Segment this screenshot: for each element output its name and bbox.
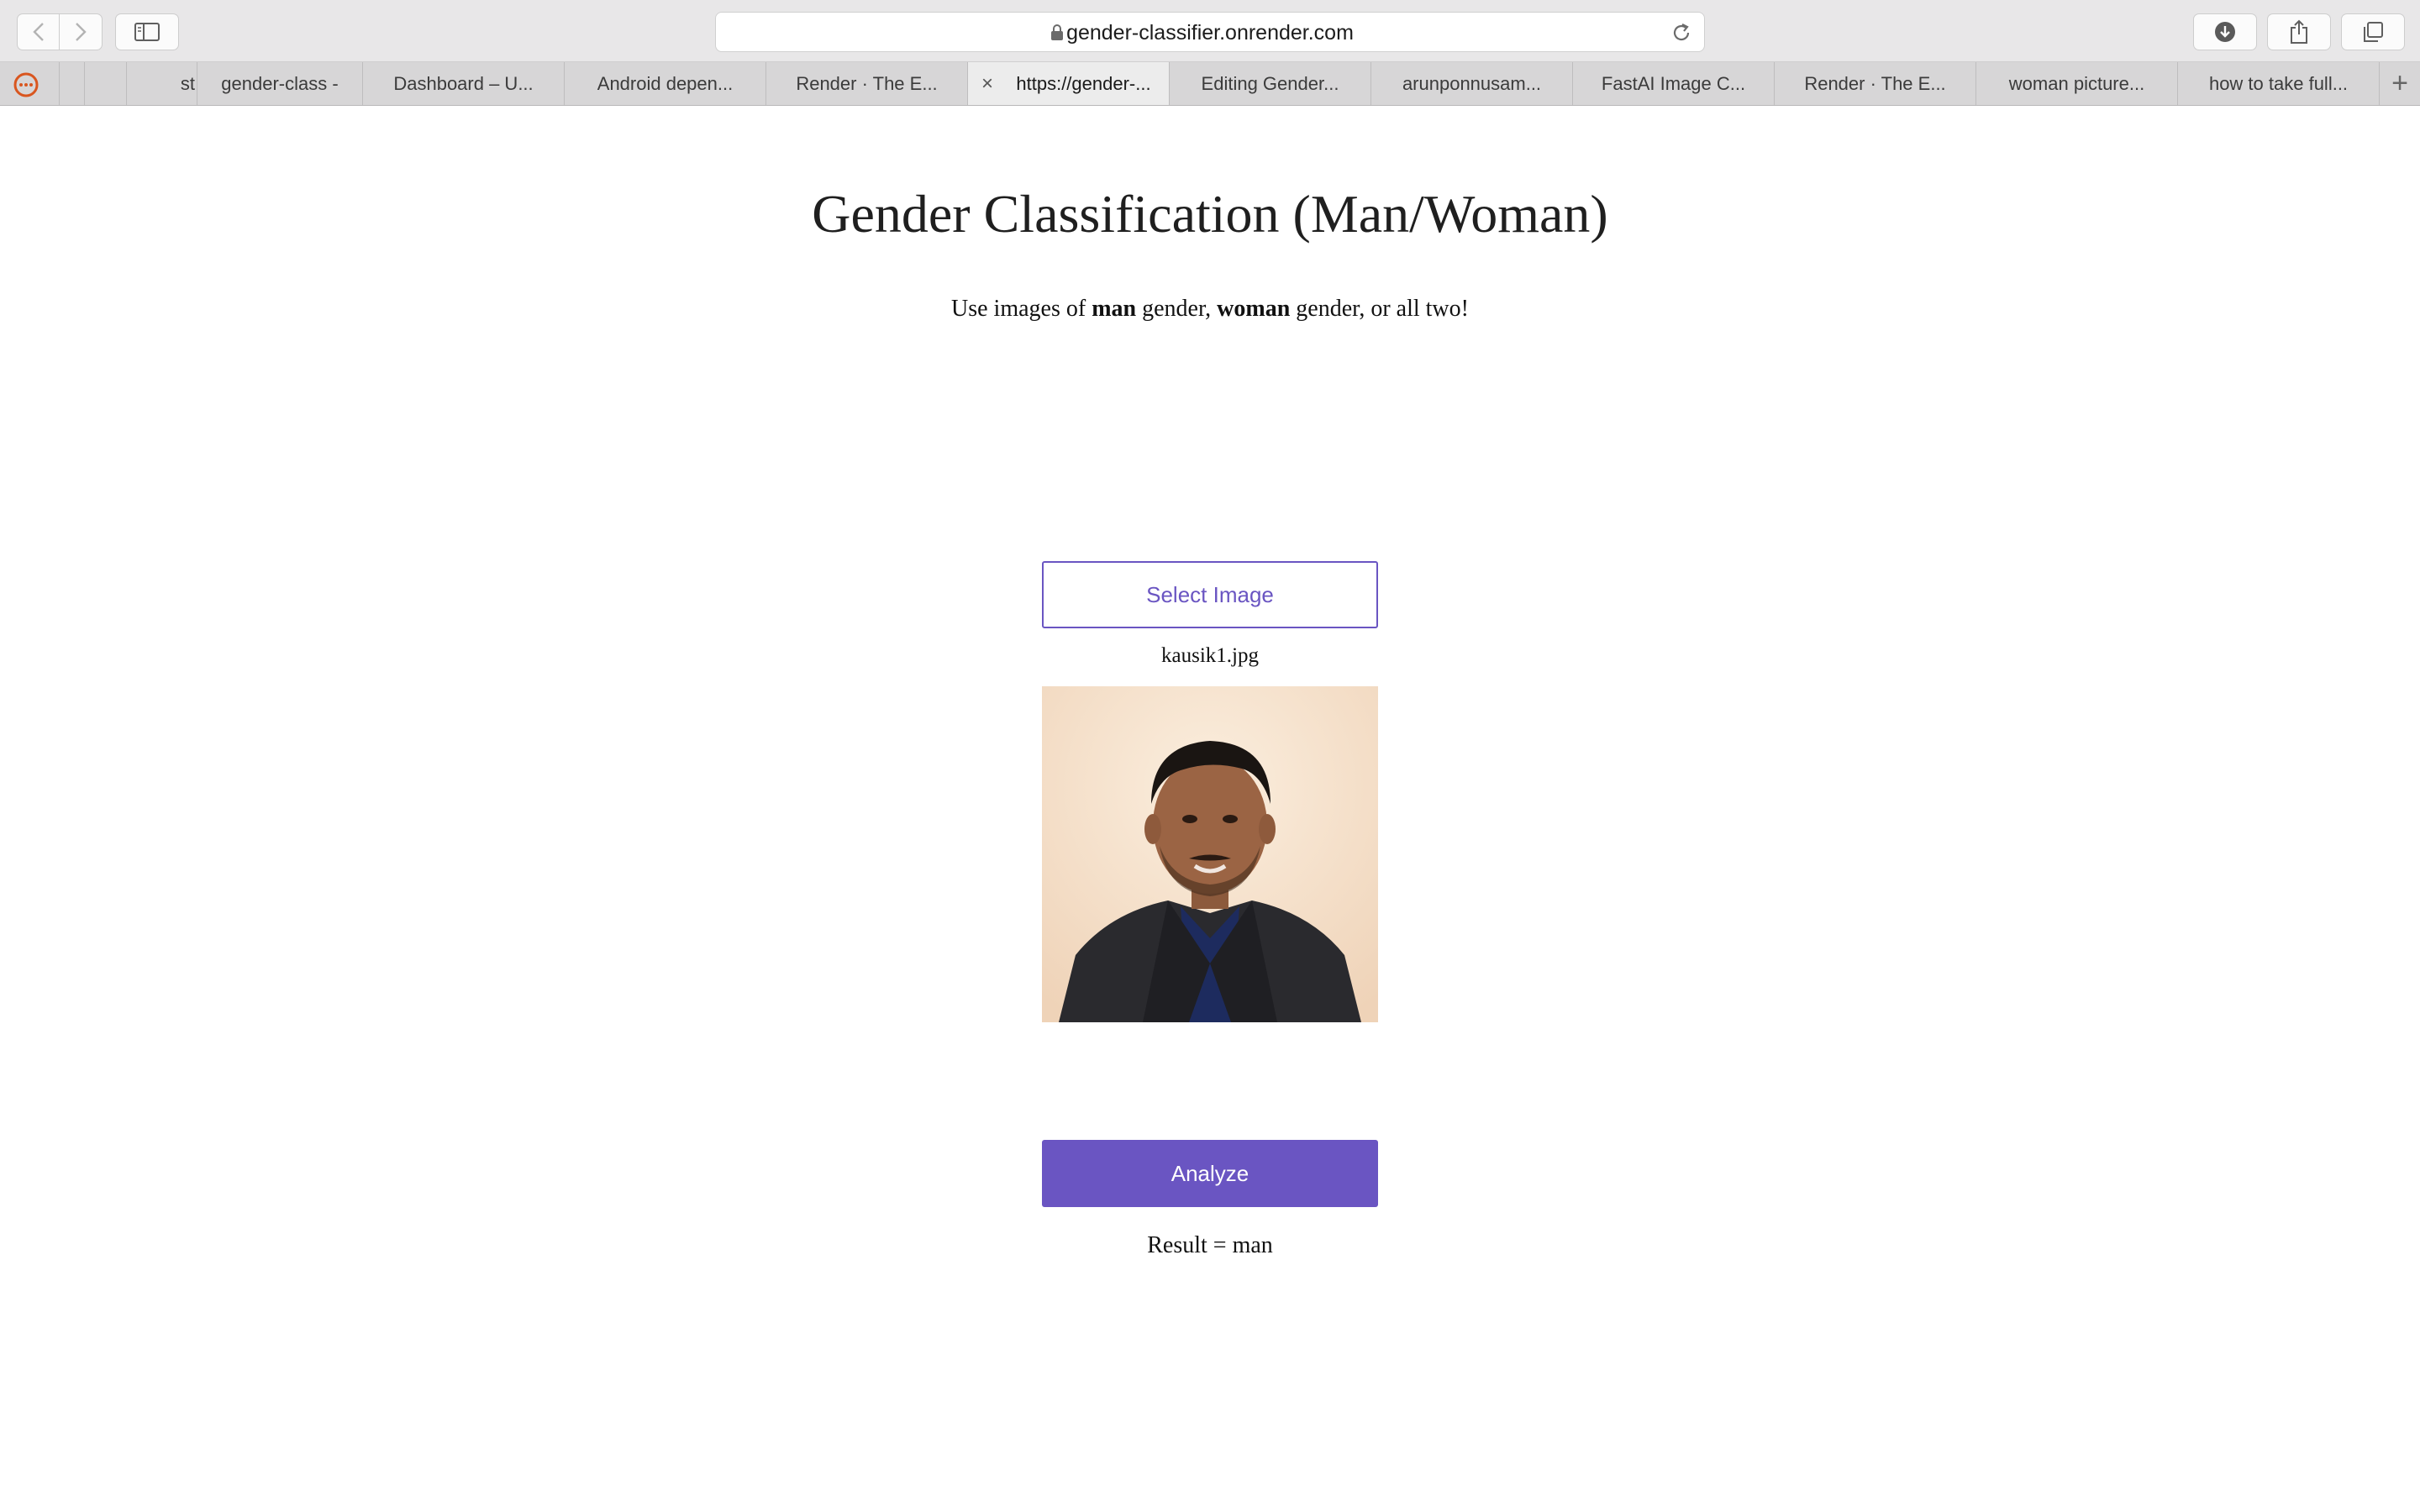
add-tab-icon[interactable]: + bbox=[2379, 62, 2420, 105]
url-text: gender-classifier.onrender.com bbox=[1066, 21, 1354, 45]
share-icon bbox=[2291, 19, 2307, 44]
tabs-overview-icon bbox=[2364, 22, 2383, 42]
tab-label: st bbox=[180, 73, 195, 94]
pinned-tab[interactable] bbox=[0, 62, 59, 105]
tab-label: Android depen... bbox=[597, 73, 734, 94]
browser-tab[interactable]: Android depen... bbox=[564, 62, 765, 105]
back-button[interactable] bbox=[17, 13, 60, 50]
browser-toolbar: gender-classifier.onrender.com bbox=[0, 0, 2420, 62]
browser-tab-active[interactable]: × https://gender-... bbox=[967, 62, 1169, 105]
address-bar[interactable]: gender-classifier.onrender.com bbox=[715, 12, 1705, 52]
back-icon bbox=[33, 23, 44, 41]
browser-tab[interactable]: Render · The E... bbox=[1774, 62, 1975, 105]
browser-tab[interactable]: Dashboard – U... bbox=[362, 62, 564, 105]
forward-icon bbox=[76, 23, 87, 41]
selected-filename: kausik1.jpg bbox=[1161, 644, 1259, 667]
downloads-button[interactable] bbox=[2193, 13, 2257, 50]
browser-tab[interactable]: gender-class - bbox=[197, 62, 362, 105]
subtitle-bold-woman: woman bbox=[1217, 296, 1291, 322]
subtitle-suffix: gender, or all two! bbox=[1290, 296, 1469, 322]
subtitle-middle: gender, bbox=[1136, 296, 1218, 322]
download-icon bbox=[2215, 22, 2235, 42]
sidebar-button[interactable] bbox=[115, 13, 179, 50]
browser-tab[interactable]: Render · The E... bbox=[765, 62, 967, 105]
select-image-button[interactable]: Select Image bbox=[1042, 561, 1378, 628]
share-button[interactable] bbox=[2267, 13, 2331, 50]
page-title: Gender Classification (Man/Woman) bbox=[812, 184, 1608, 244]
tab-label: how to take full... bbox=[2208, 73, 2349, 94]
analyze-button[interactable]: Analyze bbox=[1042, 1140, 1378, 1207]
tabs-overview-button[interactable] bbox=[2341, 13, 2405, 50]
close-icon[interactable]: × bbox=[981, 62, 993, 105]
tab-label: Dashboard – U... bbox=[393, 73, 534, 94]
tab-label: Render · The E... bbox=[796, 73, 938, 94]
browser-tab[interactable]: how to take full... bbox=[2177, 62, 2379, 105]
result-text: Result = man bbox=[1147, 1232, 1273, 1258]
tab-label: https://gender-... bbox=[1016, 73, 1151, 94]
tab-label: Editing Gender... bbox=[1201, 73, 1339, 94]
browser-tab[interactable]: arunponnusam... bbox=[1370, 62, 1572, 105]
browser-tab[interactable]: FastAI Image C... bbox=[1572, 62, 1774, 105]
browser-tab[interactable]: st bbox=[126, 62, 197, 105]
pinned-tab[interactable] bbox=[59, 62, 84, 105]
page-subtitle: Use images of man gender, woman gender, … bbox=[0, 296, 2420, 323]
forward-button[interactable] bbox=[59, 13, 103, 50]
tab-label: arunponnusam... bbox=[1402, 73, 1542, 94]
browser-tab[interactable]: woman picture... bbox=[1975, 62, 2177, 105]
tab-bar: st gender-class - Dashboard – U... Andro… bbox=[0, 62, 2420, 106]
tab-label: gender-class - bbox=[221, 73, 339, 94]
sidebar-icon bbox=[134, 23, 160, 41]
subtitle-prefix: Use images of bbox=[951, 296, 1092, 322]
browser-tab[interactable]: Editing Gender... bbox=[1169, 62, 1370, 105]
tab-label: Render · The E... bbox=[1804, 73, 1946, 94]
reload-icon[interactable] bbox=[1670, 22, 1692, 44]
tab-label: FastAI Image C... bbox=[1601, 73, 1746, 94]
tab-label: woman picture... bbox=[2008, 73, 2145, 94]
favicon-icon bbox=[13, 72, 39, 97]
subtitle-bold-man: man bbox=[1092, 296, 1137, 322]
pinned-tab[interactable] bbox=[84, 62, 126, 105]
uploaded-image-preview bbox=[1042, 686, 1378, 1022]
portrait-photo bbox=[1042, 686, 1378, 1022]
